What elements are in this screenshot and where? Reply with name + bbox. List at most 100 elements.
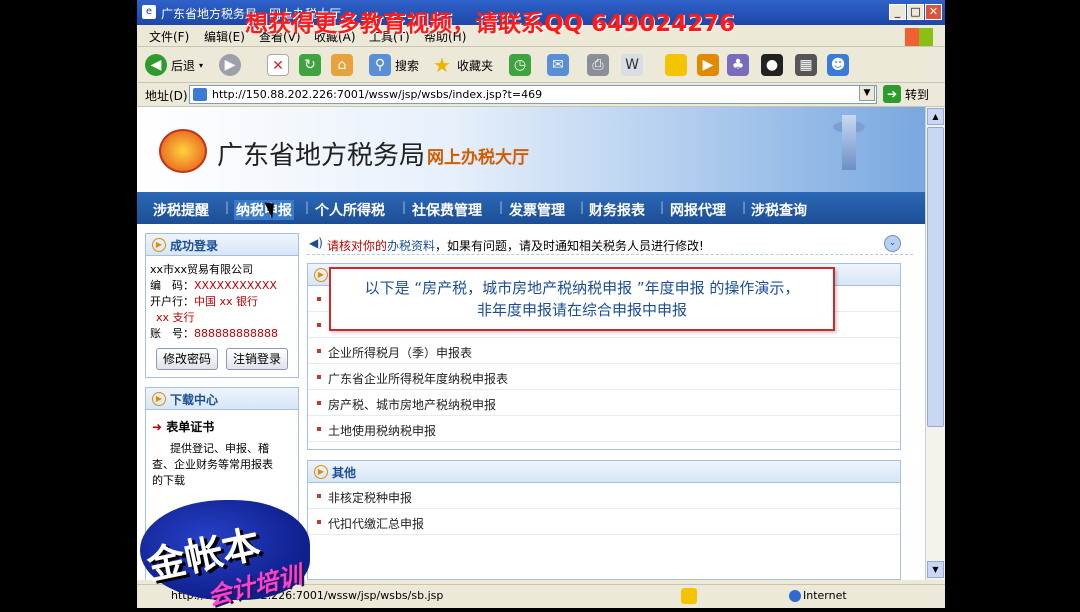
search-button[interactable]: ⚲ 搜索 [369, 53, 419, 77]
messenger-icon[interactable]: ♣ [727, 54, 749, 76]
address-label: 地址(D) [145, 89, 188, 103]
nav-invoice[interactable]: 发票管理 [509, 200, 565, 220]
people-icon[interactable]: ☻ [827, 54, 849, 76]
close-button[interactable]: ✕ [925, 4, 942, 20]
maximize-button[interactable]: □ [907, 4, 924, 20]
circle-arrow-icon: ▶ [314, 268, 328, 282]
company-name: xx市xx贸易有限公司 [150, 263, 254, 276]
tax-code-row: 编 码：XXXXXXXXXXX [146, 278, 298, 294]
login-box-title: 成功登录 [170, 239, 219, 253]
nav-separator: | [499, 200, 504, 214]
forms-desc-1: 提供登记、申报、稽 [170, 442, 269, 455]
popup-line-2: 非年度申报请在综合申报中申报 [476, 301, 687, 319]
history-icon[interactable]: ◷ [509, 54, 531, 76]
notice-rest: ，如果有问题，请及时通知相关税务人员进行修改! [435, 239, 704, 253]
home-icon[interactable]: ⌂ [331, 54, 353, 76]
nav-financial-report[interactable]: 财务报表 [589, 200, 645, 220]
tax-code-value: XXXXXXXXXXX [194, 279, 277, 292]
qq-icon[interactable]: ● [761, 54, 783, 76]
circle-arrow-icon: ▶ [152, 238, 166, 252]
bookmark-icon[interactable]: ▦ [795, 54, 817, 76]
arrow-icon: ➜ [152, 420, 167, 434]
stop-icon[interactable]: ✕ [267, 54, 289, 76]
favorites-button[interactable]: ★ 收藏夹 [431, 53, 493, 77]
scroll-down-icon[interactable]: ▼ [927, 561, 944, 578]
bank-row: 开户行：中国 xx 银行 [146, 294, 298, 310]
nav-personal-income-tax[interactable]: 个人所得税 [315, 200, 385, 220]
login-box-header: ▶ 成功登录 [146, 234, 298, 256]
notice-bar: ◀) 请核对你的办税资料，如果有问题，请及时通知相关税务人员进行修改! ⌄ [307, 233, 913, 255]
media-icon[interactable]: ▶ [697, 54, 719, 76]
back-arrow-icon: ◀ [145, 54, 167, 76]
back-dropdown-icon: ▾ [199, 60, 204, 70]
tax-code-label: 编 码： [150, 279, 194, 292]
declaration-item[interactable]: 广东省企业所得税年度纳税申报表 [308, 364, 900, 390]
notice-red: 请核对你的 [327, 239, 388, 253]
print-icon[interactable]: ⎙ [587, 54, 609, 76]
declaration-item[interactable]: 企业所得税月（季）申报表 [308, 338, 900, 364]
search-icon: ⚲ [369, 54, 391, 76]
star-icon: ★ [433, 53, 451, 77]
training-logo: 金帐本 会计培训 [140, 500, 320, 611]
nav-tax-query[interactable]: 涉税查询 [751, 200, 807, 220]
ie-icon: e [142, 5, 156, 19]
download-box-header: ▶ 下载中心 [146, 388, 298, 410]
note-icon[interactable] [665, 54, 687, 76]
collapse-icon[interactable]: ⌄ [884, 235, 901, 252]
bank-branch: xx 支行 [156, 311, 195, 324]
declaration-item[interactable]: 房产税、城市房地产税纳税申报 [308, 390, 900, 416]
other-box-title: 其他 [332, 466, 357, 480]
speaker-icon: ◀) [309, 236, 323, 250]
go-button[interactable]: ➔ 转到 [883, 85, 929, 103]
back-button[interactable]: ◀ 后退 ▾ [145, 53, 203, 77]
nav-separator: | [225, 200, 230, 214]
other-item[interactable]: 代扣代缴汇总申报 [308, 509, 900, 535]
account-row: 账 号：888888888888 [146, 326, 298, 342]
minimize-button[interactable]: _ [889, 4, 906, 20]
forms-desc-3: 的下载 [152, 474, 185, 487]
address-dropdown-icon[interactable]: ▼ [859, 85, 875, 101]
notice-text: 请核对你的办税资料，如果有问题，请及时通知相关税务人员进行修改! [327, 237, 704, 254]
logout-button[interactable]: 注销登录 [226, 348, 288, 370]
tower-body [842, 115, 856, 170]
instruction-popup: 以下是 “房产税，城市房地产税纳税申报 ”年度申报 的操作演示， 非年度申报请在… [329, 267, 835, 331]
address-bar: 地址(D) http://150.88.202.226:7001/wssw/js… [137, 83, 945, 107]
favorites-label: 收藏夹 [457, 58, 494, 73]
circle-arrow-icon: ▶ [152, 392, 166, 406]
security-lock-icon [681, 588, 697, 604]
site-banner: 广东省地方税务局 网上办税大厅 [137, 107, 925, 192]
bank-label: 开户行： [150, 295, 194, 308]
declaration-item[interactable]: 土地使用税纳税申报 [308, 416, 900, 442]
menu-edit[interactable]: 编辑(E) [204, 28, 245, 45]
main-nav: 涉税提醒 | 纳税申报 | 个人所得税 | 社保费管理 | 发票管理 | 财务报… [137, 192, 925, 224]
notice-blue: 办税资料 [387, 239, 436, 253]
nav-tax-reminder[interactable]: 涉税提醒 [153, 200, 209, 220]
zone-label: Internet [803, 589, 847, 602]
vertical-scrollbar[interactable]: ▲ ▼ [925, 107, 945, 580]
other-box: ▶ 其他 非核定税种申报 代扣代缴汇总申报 [307, 460, 901, 580]
nav-separator: | [402, 200, 407, 214]
forward-button[interactable]: ▶ [219, 53, 241, 77]
windows-logo-icon [905, 28, 933, 46]
go-label: 转到 [905, 87, 930, 102]
scroll-up-icon[interactable]: ▲ [927, 108, 944, 125]
address-input[interactable]: http://150.88.202.226:7001/wssw/jsp/wsbs… [189, 85, 877, 104]
account-value: 888888888888 [194, 327, 278, 340]
refresh-icon[interactable]: ↻ [299, 54, 321, 76]
toolbar: ◀ 后退 ▾ ▶ ✕ ↻ ⌂ ⚲ 搜索 ★ 收藏夹 ◷ ✉ ⎙ W ▶ ♣ ● … [137, 47, 945, 83]
bank-value: 中国 xx 银行 [194, 295, 259, 308]
other-item[interactable]: 非核定税种申报 [308, 483, 900, 509]
nav-agent[interactable]: 网报代理 [670, 200, 726, 220]
site-title: 广东省地方税务局 [217, 141, 426, 171]
page-icon [193, 88, 207, 101]
nav-separator: | [580, 200, 585, 214]
change-password-button[interactable]: 修改密码 [156, 348, 218, 370]
nav-social-security[interactable]: 社保费管理 [412, 200, 482, 220]
nav-separator: | [660, 200, 665, 214]
edit-icon[interactable]: W [621, 54, 643, 76]
menu-file[interactable]: 文件(F) [149, 28, 189, 45]
scroll-thumb[interactable] [927, 127, 944, 427]
popup-line-1: 以下是 “房产税，城市房地产税纳税申报 ”年度申报 的操作演示， [364, 279, 800, 297]
mail-icon[interactable]: ✉ [547, 54, 569, 76]
forms-cert-link[interactable]: ➜ 表单证书 [152, 418, 294, 435]
